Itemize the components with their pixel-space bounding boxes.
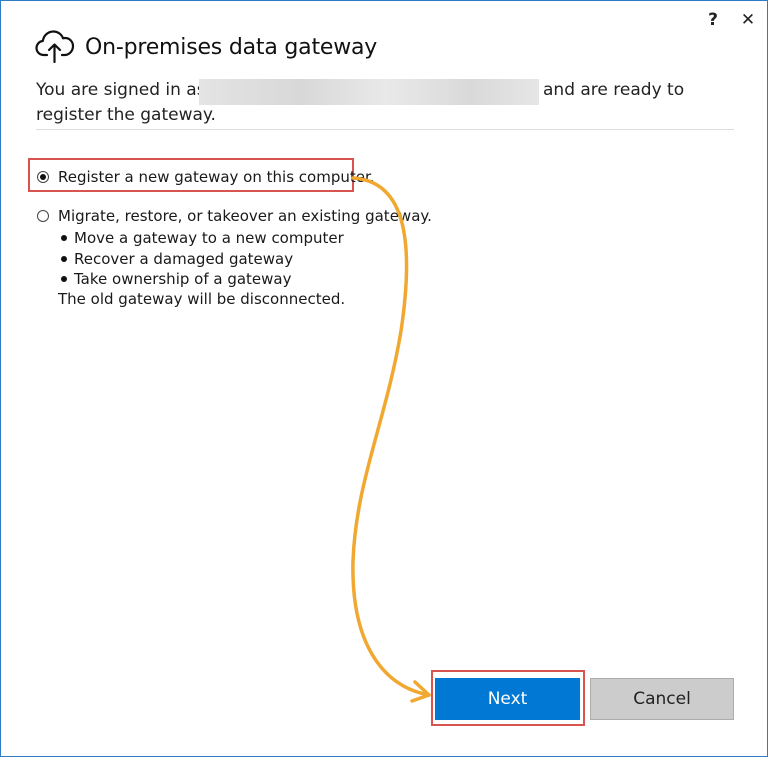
register-radio[interactable]: [37, 171, 49, 183]
page-title: On-premises data gateway: [85, 35, 378, 60]
signin-line2: register the gateway.: [36, 105, 216, 125]
signin-suffix: and are ready to: [543, 80, 685, 100]
gateway-dialog: ? ✕ On-premises data gateway You are sig…: [0, 0, 768, 757]
migrate-option-label: Migrate, restore, or takeover an existin…: [58, 207, 432, 225]
cancel-button[interactable]: Cancel: [590, 678, 734, 720]
migrate-note: The old gateway will be disconnected.: [58, 290, 346, 308]
list-item: Move a gateway to a new computer: [58, 228, 344, 249]
list-item: Take ownership of a gateway: [58, 269, 344, 290]
next-button[interactable]: Next: [435, 678, 580, 720]
help-button[interactable]: ?: [701, 9, 725, 31]
header-divider: [36, 129, 734, 130]
list-item: Recover a damaged gateway: [58, 249, 344, 270]
register-option[interactable]: Register a new gateway on this computer.: [37, 168, 375, 186]
close-button[interactable]: ✕: [736, 9, 760, 31]
migrate-radio[interactable]: [37, 210, 49, 222]
signin-prefix: You are signed in as: [36, 80, 206, 100]
register-option-label: Register a new gateway on this computer.: [58, 168, 375, 186]
cloud-upload-icon: [35, 30, 75, 64]
redacted-account: [199, 79, 539, 105]
migrate-option[interactable]: Migrate, restore, or takeover an existin…: [37, 207, 432, 225]
migrate-bullet-list: Move a gateway to a new computer Recover…: [58, 228, 344, 290]
